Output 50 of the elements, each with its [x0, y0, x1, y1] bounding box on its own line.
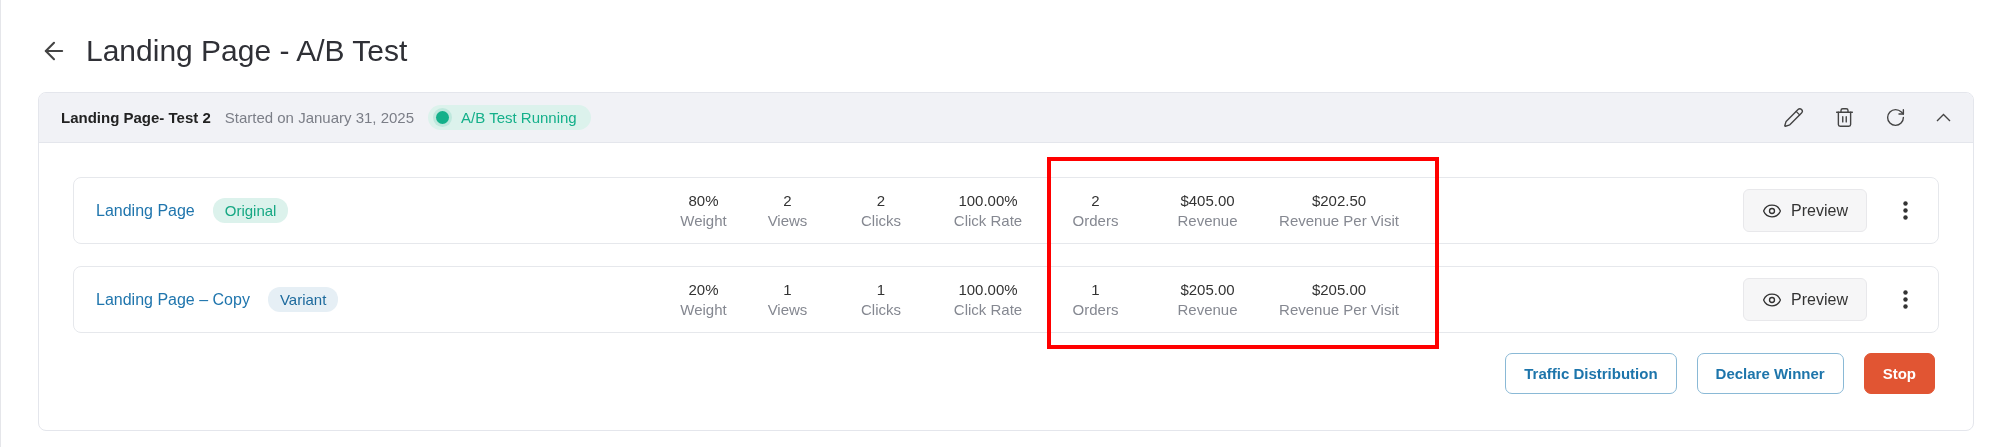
- stat-label: Revenue Per Visit: [1279, 301, 1399, 318]
- stat-label: Orders: [1072, 212, 1119, 229]
- stat-label: Orders: [1072, 301, 1119, 318]
- stat-label: Weight: [680, 212, 727, 229]
- more-icon: [1903, 201, 1908, 220]
- variant-badge: Variant: [267, 287, 339, 312]
- stat-value: 100.00%: [958, 281, 1018, 298]
- action-button[interactable]: Traffic Distribution: [1505, 353, 1677, 394]
- stat-value: 1: [783, 281, 792, 298]
- stat-label: Click Rate: [953, 212, 1023, 229]
- variant-badge: Original: [212, 198, 289, 223]
- stat-value: 100.00%: [958, 192, 1018, 209]
- refresh-button[interactable]: [1885, 107, 1906, 128]
- variant-link[interactable]: Landing Page: [96, 201, 195, 220]
- stat-value: 1: [1091, 281, 1100, 298]
- more-options-button[interactable]: [1903, 290, 1908, 309]
- stat-value: 2: [1091, 192, 1100, 209]
- page-title: Landing Page - A/B Test: [86, 34, 408, 68]
- action-button[interactable]: Declare Winner: [1696, 353, 1844, 394]
- test-name: Landing Page- Test 2: [61, 109, 211, 126]
- stat-label: Views: [767, 301, 808, 318]
- edit-button[interactable]: [1783, 107, 1804, 128]
- stat-value: $405.00: [1180, 192, 1235, 209]
- more-options-button[interactable]: [1903, 201, 1908, 220]
- stat-value: 2: [876, 192, 886, 209]
- chevron-up-icon: [1936, 113, 1951, 122]
- stat-label: Revenue: [1177, 212, 1238, 229]
- stat-value: $205.00: [1311, 281, 1367, 298]
- collapse-button[interactable]: [1936, 113, 1951, 122]
- stat-value: 2: [783, 192, 792, 209]
- more-icon: [1903, 290, 1908, 309]
- stat-value: $202.50: [1311, 192, 1367, 209]
- stat-label: Click Rate: [953, 301, 1023, 318]
- stat-label: Revenue Per Visit: [1279, 212, 1399, 229]
- preview-button[interactable]: Preview: [1743, 278, 1867, 321]
- preview-button[interactable]: Preview: [1743, 189, 1867, 232]
- stat-value: $205.00: [1180, 281, 1235, 298]
- stat-label: Revenue: [1177, 301, 1238, 318]
- status-badge: A/B Test Running: [428, 105, 591, 130]
- stat-label: Clicks: [861, 301, 901, 318]
- stat-value: 80%: [688, 192, 719, 209]
- stat-value: 1: [876, 281, 886, 298]
- stat-label: Clicks: [861, 212, 901, 229]
- delete-button[interactable]: [1834, 107, 1855, 128]
- variant-link[interactable]: Landing Page – Copy: [96, 290, 250, 309]
- action-button[interactable]: Stop: [1863, 353, 1935, 394]
- stat-value: 20%: [688, 281, 719, 298]
- stat-label: Weight: [680, 301, 727, 318]
- start-date: Started on January 31, 2025: [224, 109, 415, 126]
- stat-label: Views: [767, 212, 808, 229]
